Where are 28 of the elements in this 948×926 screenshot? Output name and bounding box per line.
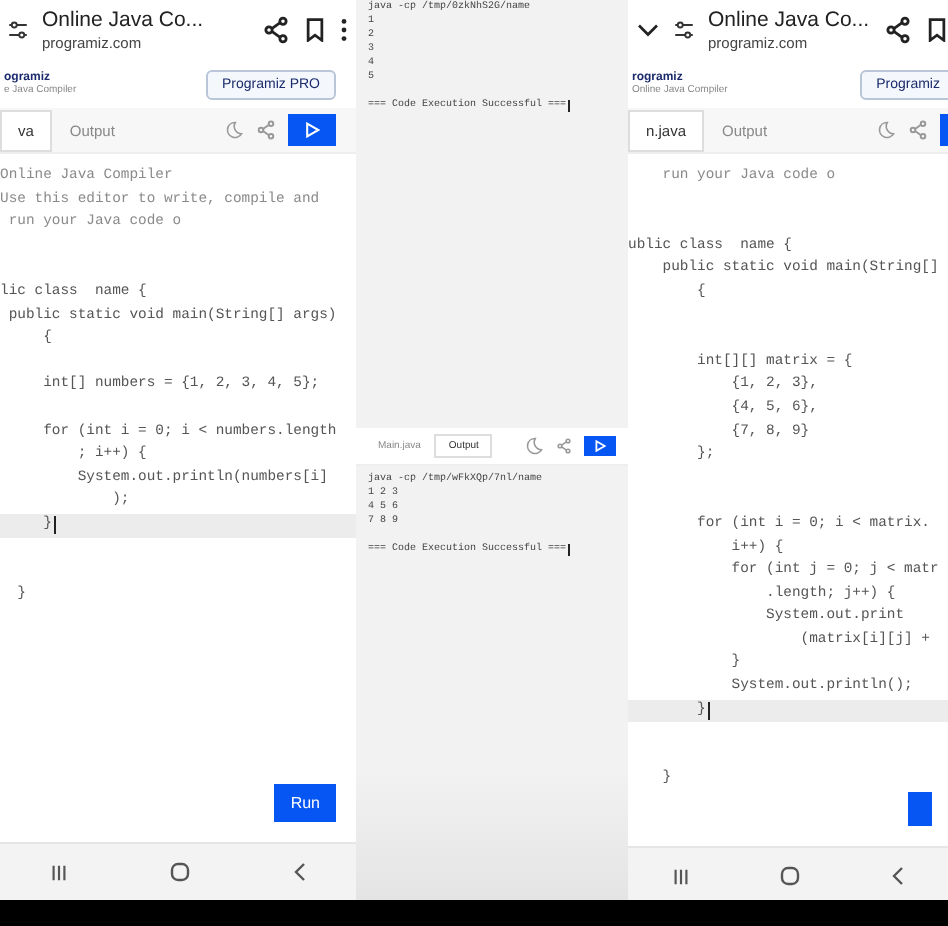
moon-icon[interactable] xyxy=(224,120,244,140)
back-icon[interactable] xyxy=(889,866,904,887)
share-icon[interactable] xyxy=(262,16,290,44)
text-cursor xyxy=(568,543,571,555)
tune-icon[interactable] xyxy=(674,20,694,40)
bookmark-icon[interactable] xyxy=(304,18,326,42)
run-button[interactable]: Run xyxy=(274,784,336,822)
more-icon[interactable] xyxy=(340,18,348,42)
share-icon[interactable] xyxy=(883,16,912,44)
moon-icon[interactable] xyxy=(524,436,544,456)
page-title: Online Java Co... xyxy=(708,8,870,34)
run-button[interactable] xyxy=(908,792,932,827)
back-icon[interactable] xyxy=(291,862,306,882)
run-icon-button[interactable] xyxy=(584,436,616,456)
recent-apps-icon[interactable] xyxy=(672,867,691,886)
tune-icon[interactable] xyxy=(8,20,28,40)
run-icon-button[interactable] xyxy=(288,114,336,146)
bookmark-icon[interactable] xyxy=(925,18,948,42)
moon-icon[interactable] xyxy=(876,120,896,140)
home-icon[interactable] xyxy=(779,866,800,887)
page-title: Online Java Co... xyxy=(42,8,206,34)
text-cursor xyxy=(53,516,56,535)
play-icon xyxy=(594,440,606,452)
text-cursor xyxy=(568,99,571,111)
play-icon xyxy=(304,122,320,138)
home-icon[interactable] xyxy=(169,862,190,882)
text-cursor xyxy=(707,701,710,720)
recent-apps-icon[interactable] xyxy=(50,863,69,881)
